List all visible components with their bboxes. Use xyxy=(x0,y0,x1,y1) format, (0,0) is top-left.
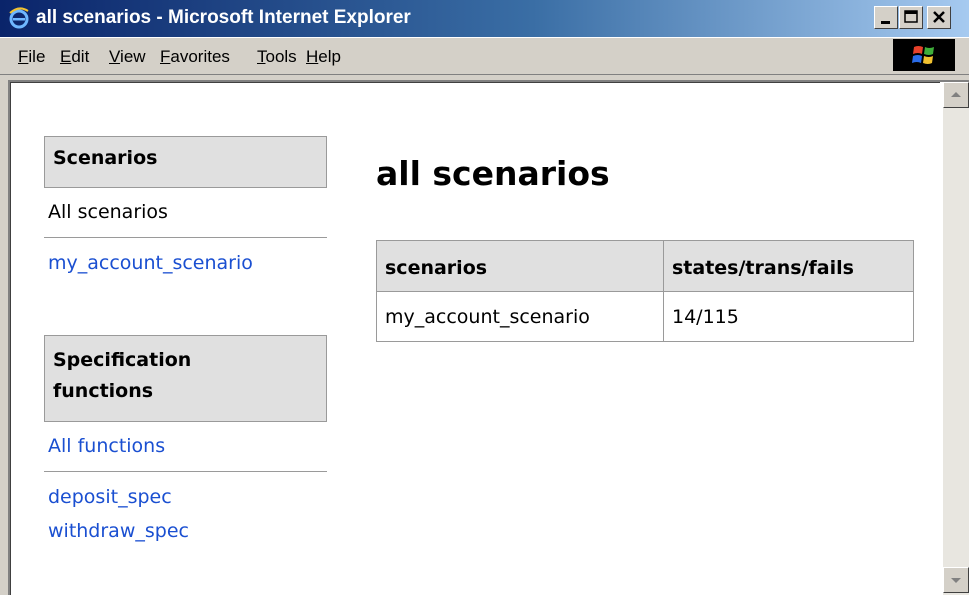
scroll-up-button[interactable] xyxy=(943,82,969,108)
specification-functions-heading: Specification functions xyxy=(44,335,327,422)
table-cell-stats: 14/115 xyxy=(663,291,913,341)
table-cell-scenario: my_account_scenario xyxy=(377,291,663,341)
windows-logo-icon xyxy=(893,39,955,71)
menu-bar: File Edit View Favorites Tools Help xyxy=(0,37,969,75)
title-bar[interactable]: all scenarios - Microsoft Internet Explo… xyxy=(0,0,969,37)
page-title: all scenarios xyxy=(376,154,610,193)
vertical-scrollbar[interactable] xyxy=(943,82,969,595)
minimize-button[interactable] xyxy=(874,6,898,29)
column-header-states-trans-fails: states/trans/fails xyxy=(663,241,913,291)
close-icon xyxy=(933,11,945,23)
menu-help[interactable]: Help xyxy=(306,47,341,67)
menu-view[interactable]: View xyxy=(109,47,146,67)
scenarios-heading: Scenarios xyxy=(44,136,327,188)
arrow-up-icon xyxy=(951,92,961,97)
window-title: all scenarios - Microsoft Internet Explo… xyxy=(36,7,411,28)
arrow-down-icon xyxy=(951,578,961,583)
close-button[interactable] xyxy=(927,6,951,29)
maximize-icon xyxy=(904,10,918,23)
menu-tools[interactable]: Tools xyxy=(257,47,297,67)
spec-heading-line1: Specification xyxy=(53,349,192,371)
scenarios-table: scenarios states/trans/fails my_account_… xyxy=(376,240,914,342)
menu-favorites[interactable]: Favorites xyxy=(160,47,230,67)
column-header-scenarios: scenarios xyxy=(377,241,663,291)
all-functions-link[interactable]: All functions xyxy=(48,435,165,457)
function-link-withdraw[interactable]: withdraw_spec xyxy=(48,520,189,542)
menu-edit[interactable]: Edit xyxy=(60,47,89,67)
scenario-link[interactable]: my_account_scenario xyxy=(48,252,253,274)
all-scenarios-label: All scenarios xyxy=(48,201,168,223)
maximize-button[interactable] xyxy=(899,6,923,29)
divider xyxy=(44,237,327,238)
spec-heading-line2: functions xyxy=(53,380,154,402)
ie-logo-icon xyxy=(8,7,30,29)
minimize-icon xyxy=(881,21,890,24)
menu-file[interactable]: File xyxy=(18,47,45,67)
divider xyxy=(44,471,327,472)
scroll-down-button[interactable] xyxy=(943,567,969,593)
function-link-deposit[interactable]: deposit_spec xyxy=(48,486,172,508)
